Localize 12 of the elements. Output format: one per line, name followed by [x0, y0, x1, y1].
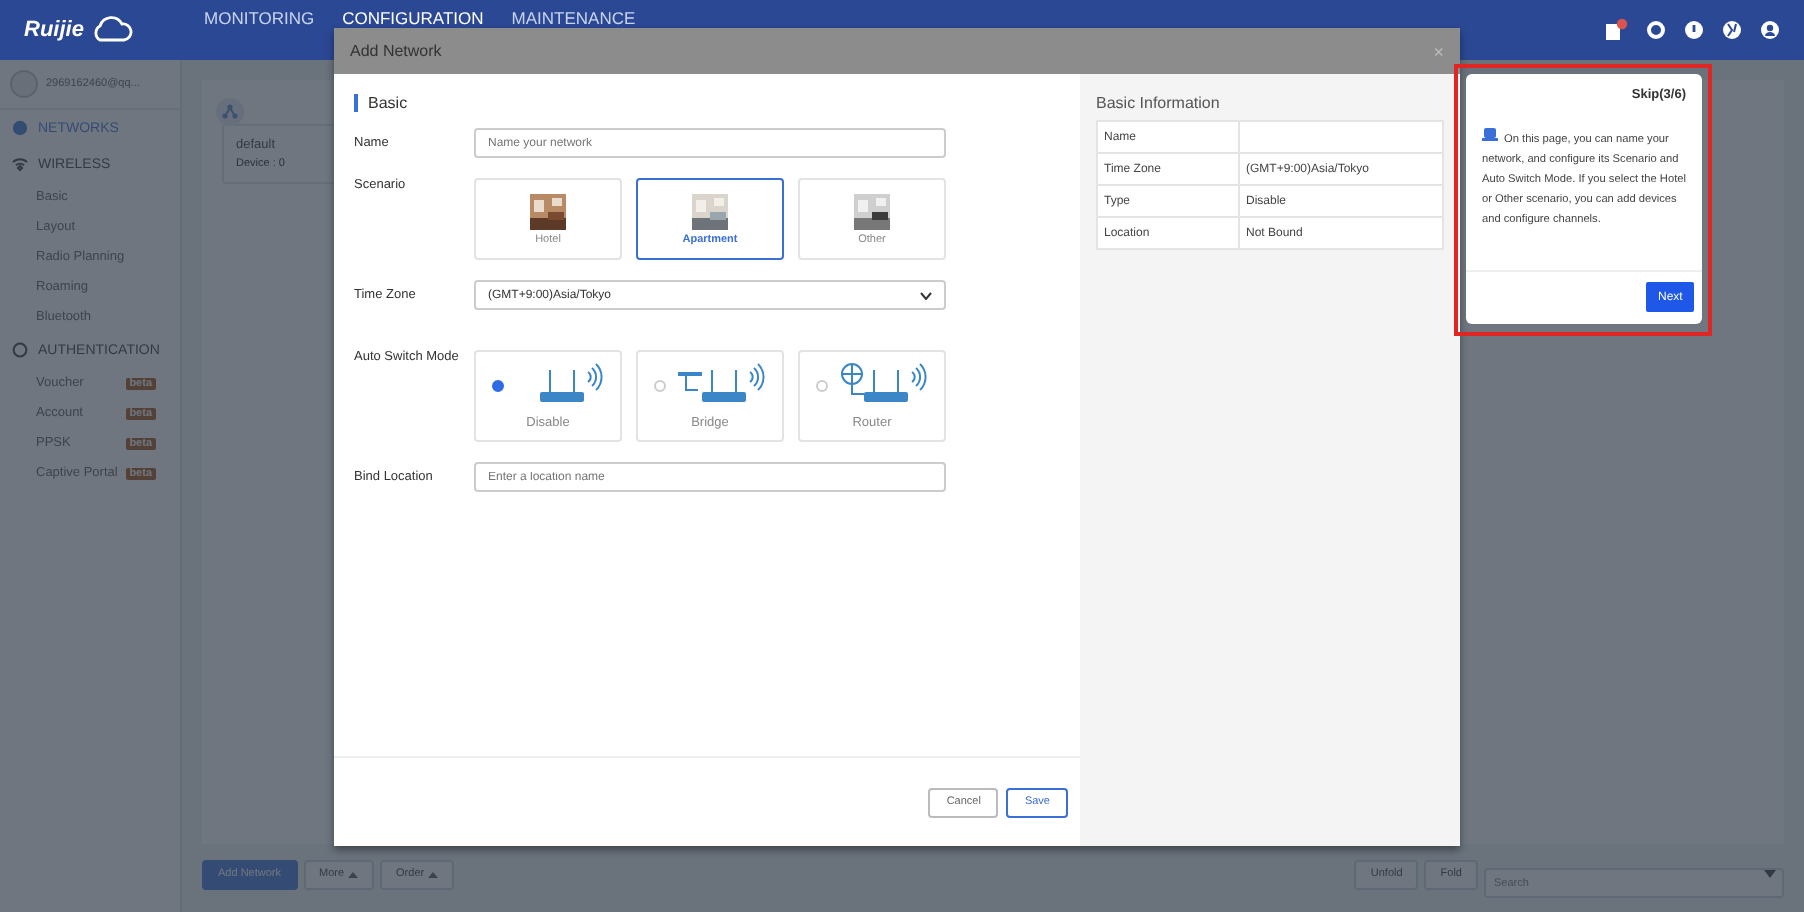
logo[interactable]: Ruijie — [24, 16, 204, 44]
radio-button[interactable] — [492, 380, 504, 392]
notification-icon[interactable] — [1604, 18, 1628, 42]
info-icon — [1482, 126, 1498, 142]
info-title: Basic Information — [1096, 94, 1222, 112]
nav-tab[interactable]: MAINTENANCE — [511, 6, 636, 32]
help-icon[interactable] — [1684, 20, 1704, 40]
nav-tab[interactable]: MONITORING — [204, 6, 315, 32]
user-icon[interactable] — [1760, 20, 1780, 40]
dialog-title: Add Network — [350, 42, 442, 60]
close-button[interactable]: × — [1433, 41, 1444, 61]
chevron-icon — [920, 291, 932, 299]
